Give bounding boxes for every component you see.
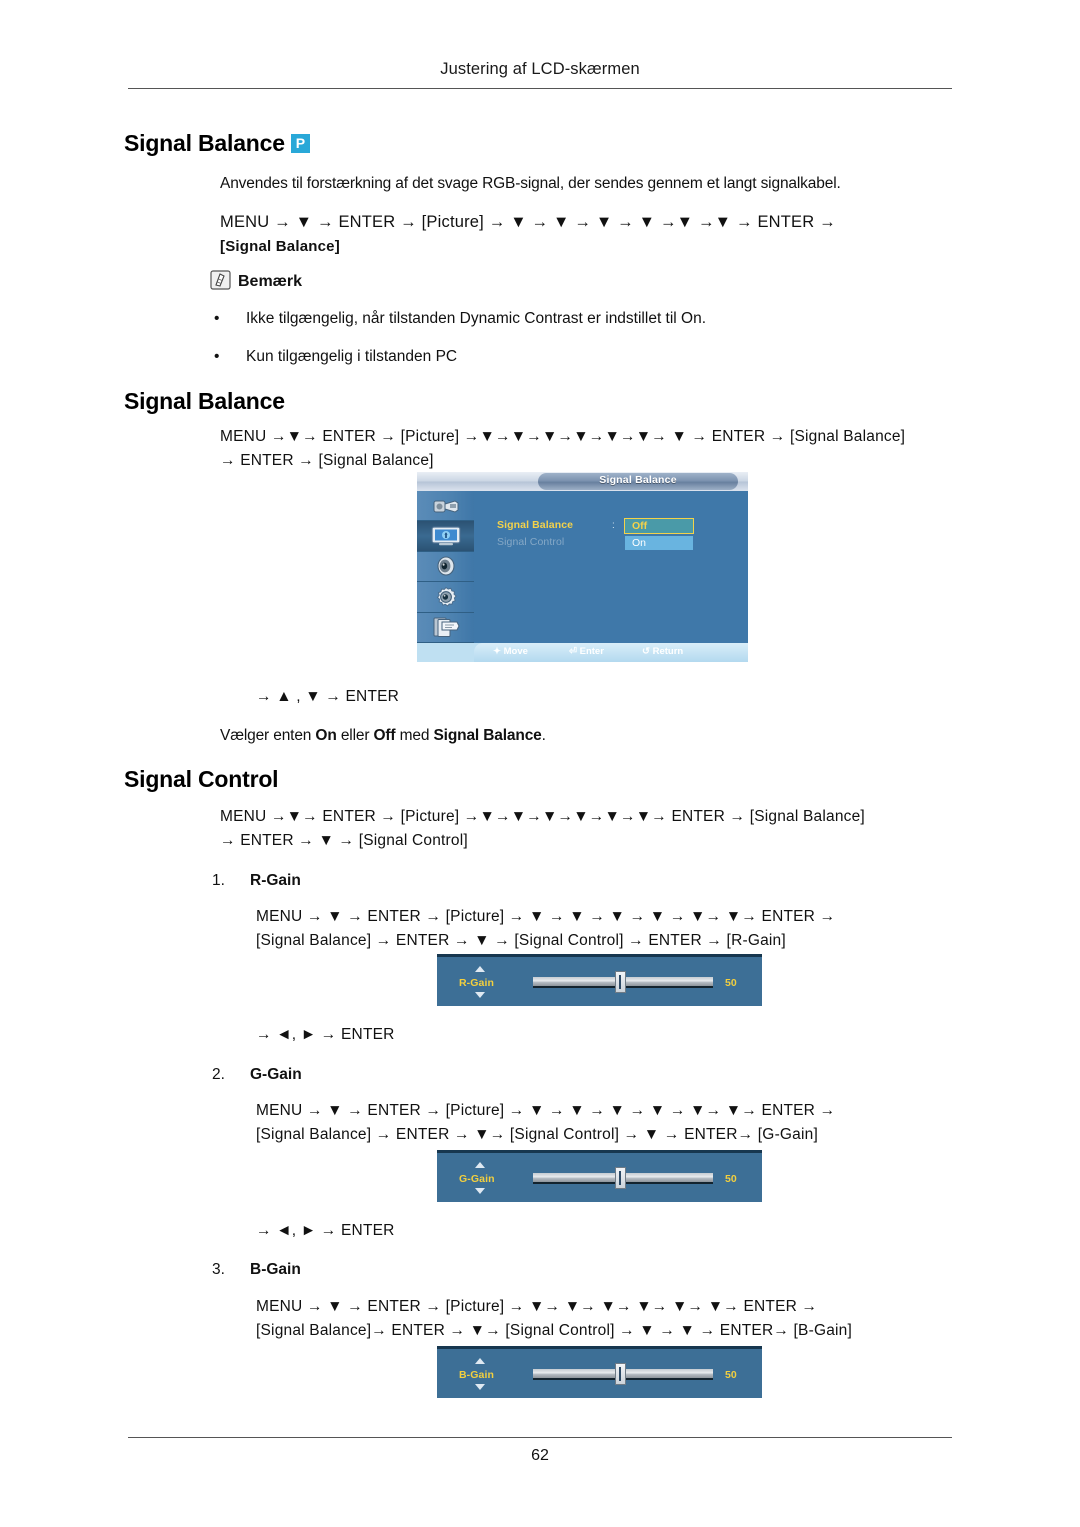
osd-option-on[interactable]: On: [624, 535, 694, 551]
menu-path-g-gain-line-2: [Signal Balance] → ENTER → ▼→ [Signal Co…: [256, 1126, 818, 1143]
header-rule: [128, 88, 952, 89]
osd-row-label-signal-control[interactable]: Signal Control: [497, 536, 564, 548]
menu-path-3-line-1: MENU →▼→ ENTER → [Picture] →▼→▼→▼→▼→▼→▼→…: [220, 808, 865, 825]
osd-option-off[interactable]: Off: [624, 518, 694, 534]
document-page: Justering af LCD-skærmen Signal Balance P…: [0, 0, 1080, 1527]
menu-path-g-gain-after: → ◄, ► → ENTER: [256, 1222, 395, 1239]
slider-value: 50: [725, 977, 737, 989]
explanation-mid: eller: [336, 727, 374, 744]
explanation-prefix: Vælger enten: [220, 727, 316, 744]
slider-label: G-Gain: [459, 1173, 495, 1185]
menu-path-1-line-2: [Signal Balance]: [220, 238, 340, 255]
page-title-signal-balance: Signal Balance P: [124, 130, 310, 157]
move-icon: ✦: [493, 646, 501, 657]
slider-up-arrow-icon[interactable]: [475, 1162, 485, 1168]
list-label: B-Gain: [250, 1261, 301, 1278]
pc-mode-badge-icon: P: [290, 134, 310, 153]
running-header-title: Justering af LCD-skærmen: [440, 60, 640, 78]
osd-footer-bar: ✦ Move ⏎ Enter ↺ Return: [417, 643, 748, 662]
explanation-term: Signal Balance: [433, 727, 542, 744]
osd-footer-move: ✦ Move: [493, 646, 528, 657]
slider-track[interactable]: [533, 1363, 713, 1385]
section-heading-signal-control: Signal Control: [124, 766, 279, 792]
slider-up-arrow-icon[interactable]: [475, 966, 485, 972]
osd-sidebar-item-multi-control[interactable]: [417, 613, 474, 643]
signal-balance-description: Anvendes til forstærkning af det svage R…: [220, 175, 841, 192]
bullet-dot: •: [214, 310, 220, 327]
osd-sidebar: [417, 491, 474, 643]
slider-thumb[interactable]: [615, 1167, 626, 1189]
slider-thumb[interactable]: [615, 971, 626, 993]
list-label: R-Gain: [250, 872, 301, 889]
osd-slider-b-gain: B-Gain 50: [437, 1346, 762, 1398]
osd-footer-enter: ⏎ Enter: [569, 646, 604, 657]
osd-sidebar-item-input[interactable]: [417, 491, 474, 522]
note-block: Bemærk: [210, 270, 302, 291]
section-heading-signal-balance: Signal Balance: [124, 388, 285, 414]
menu-path-3-line-2: → ENTER → ▼ → [Signal Control]: [220, 832, 468, 849]
slider-track[interactable]: [533, 1167, 713, 1189]
list-item-text: Kun tilgængelig i tilstanden PC: [246, 348, 458, 365]
osd-sidebar-item-sound[interactable]: [417, 552, 474, 583]
osd-title-text: Signal Balance: [599, 474, 677, 486]
page-title-text: Signal Balance: [124, 130, 285, 156]
note-hand-icon: [210, 270, 231, 290]
osd-signal-balance-window: Signal Balance Signal Balance Signal Con…: [417, 472, 748, 662]
menu-path-r-gain-line-2: [Signal Balance] → ENTER → ▼ → [Signal C…: [256, 932, 786, 949]
slider-down-arrow-icon[interactable]: [475, 992, 485, 998]
list-item-b-gain: 3. B-Gain: [212, 1261, 301, 1279]
osd-colon: :: [612, 520, 615, 531]
explanation-mid2: med: [395, 727, 434, 744]
menu-path-b-gain-line-1: MENU → ▼ → ENTER → [Picture] → ▼→ ▼→ ▼→ …: [256, 1298, 818, 1315]
bullet-dot: •: [214, 348, 220, 365]
list-number: 1.: [212, 872, 225, 889]
list-item: • Ikke tilgængelig, når tilstanden Dynami…: [214, 310, 706, 328]
explanation-off: Off: [373, 727, 396, 744]
osd-footer-move-label: Move: [503, 646, 528, 657]
list-label: G-Gain: [250, 1066, 302, 1083]
signal-balance-explanation: Vælger enten On eller Off med Signal Bal…: [220, 727, 546, 745]
list-number: 2.: [212, 1066, 225, 1083]
menu-path-2-line-1: MENU →▼→ ENTER → [Picture] →▼→▼→▼→▼→▼→▼→…: [220, 428, 906, 445]
osd-row-label-signal-balance[interactable]: Signal Balance: [497, 519, 573, 531]
list-item: • Kun tilgængelig i tilstanden PC: [214, 348, 457, 366]
osd-slider-g-gain: G-Gain 50: [437, 1150, 762, 1202]
slider-up-arrow-icon[interactable]: [475, 1358, 485, 1364]
osd-footer-return: ↺ Return: [642, 646, 683, 657]
osd-footer-enter-label: Enter: [579, 646, 604, 657]
list-item-r-gain: 1. R-Gain: [212, 872, 301, 890]
menu-path-r-gain-after: → ◄, ► → ENTER: [256, 1026, 395, 1043]
menu-path-b-gain-line-2: [Signal Balance]→ ENTER → ▼→ [Signal Con…: [256, 1322, 853, 1339]
osd-sidebar-item-picture[interactable]: [417, 521, 474, 552]
slider-label: B-Gain: [459, 1369, 495, 1381]
slider-down-arrow-icon[interactable]: [475, 1384, 485, 1390]
menu-path-r-gain-line-1: MENU → ▼ → ENTER → [Picture] → ▼ → ▼ → ▼…: [256, 908, 836, 925]
list-item-text: Ikke tilgængelig, når tilstanden Dynamic…: [246, 310, 707, 327]
osd-sidebar-item-setup[interactable]: [417, 582, 474, 613]
list-number: 3.: [212, 1261, 225, 1278]
page-number: 62: [531, 1447, 549, 1464]
enter-icon: ⏎: [569, 646, 577, 657]
osd-footer-return-label: Return: [652, 646, 684, 657]
menu-path-2-line-2: → ENTER → [Signal Balance]: [220, 452, 434, 469]
slider-value: 50: [725, 1369, 737, 1381]
menu-path-2-after: → ▲ , ▼ → ENTER: [256, 688, 400, 705]
slider-track[interactable]: [533, 971, 713, 993]
slider-label: R-Gain: [459, 977, 495, 989]
osd-content-area: Signal Balance Signal Control : Off On: [474, 491, 748, 643]
menu-path-1-line-1: MENU → ▼ → ENTER → [Picture] → ▼ → ▼ → ▼…: [220, 213, 836, 231]
osd-slider-r-gain: R-Gain 50: [437, 954, 762, 1006]
explanation-on: On: [315, 727, 337, 744]
footer-rule: [128, 1437, 952, 1438]
explanation-suffix: .: [541, 727, 546, 744]
slider-down-arrow-icon[interactable]: [475, 1188, 485, 1194]
slider-value: 50: [725, 1173, 737, 1185]
note-label: Bemærk: [238, 273, 303, 290]
return-icon: ↺: [642, 646, 650, 657]
list-item-g-gain: 2. G-Gain: [212, 1066, 302, 1084]
menu-path-g-gain-line-1: MENU → ▼ → ENTER → [Picture] → ▼ → ▼ → ▼…: [256, 1102, 836, 1119]
slider-thumb[interactable]: [615, 1363, 626, 1385]
